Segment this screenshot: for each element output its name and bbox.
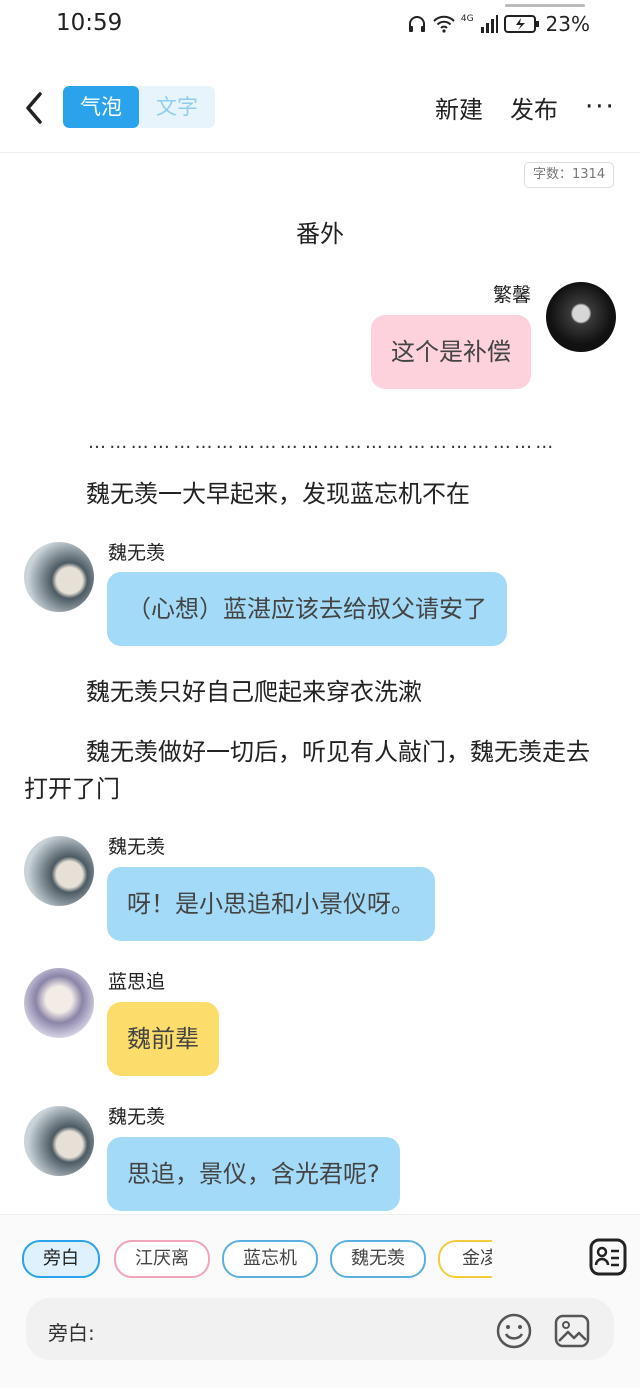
status-indicator-line [505, 4, 585, 7]
back-icon[interactable] [20, 88, 50, 128]
battery-percent: 23% [545, 12, 590, 36]
narration-text[interactable]: 魏无羡做好一切后，听见有人敲门，魏无羡走去打开了门 [24, 734, 594, 808]
avatar[interactable] [24, 836, 94, 906]
narration-text[interactable]: 魏无羡只好自己爬起来穿衣洗漱 [86, 674, 422, 711]
word-count-badge: 字数：1314 [524, 162, 615, 188]
battery-icon [503, 15, 539, 33]
chat-bubble[interactable]: （心想）蓝湛应该去给叔父请安了 [107, 572, 507, 646]
emoji-icon[interactable] [495, 1312, 533, 1350]
role-chip[interactable]: 蓝忘机 [222, 1240, 318, 1278]
separator-dots: ………………………………………………………… [88, 432, 557, 448]
avatar[interactable] [24, 968, 94, 1038]
speaker-name: 蓝思追 [108, 971, 166, 993]
input-role-label: 旁白: [48, 1321, 95, 1345]
speaker-name: 繁馨 [492, 284, 531, 306]
mode-text-tab[interactable]: 文字 [139, 86, 215, 128]
image-icon[interactable] [553, 1312, 591, 1350]
speaker-name: 魏无羡 [108, 542, 166, 564]
story-title: 番外 [296, 220, 344, 248]
headphones-icon [408, 16, 425, 32]
narration-text[interactable]: 魏无羡一大早起来，发现蓝忘机不在 [86, 476, 470, 513]
wifi-icon [433, 15, 455, 33]
speaker-name: 魏无羡 [108, 836, 166, 858]
avatar[interactable] [546, 282, 616, 352]
role-chip[interactable]: 江厌离 [114, 1240, 210, 1278]
status-icons: 4G 23% [407, 12, 590, 36]
publish-button[interactable]: 发布 [510, 90, 558, 125]
role-chip-clip: 金凌 [438, 1240, 492, 1278]
new-button[interactable]: 新建 [435, 90, 483, 125]
mode-switch: 气泡 文字 [63, 86, 215, 128]
speaker-name: 魏无羡 [108, 1106, 166, 1128]
network-type: 4G [460, 14, 474, 24]
role-chip[interactable]: 魏无羡 [330, 1240, 426, 1278]
role-list-icon[interactable] [588, 1237, 628, 1277]
signal-icon [480, 15, 498, 33]
role-chip-narrator[interactable]: 旁白 [22, 1240, 100, 1278]
status-time: 10:59 [56, 10, 123, 36]
chat-bubble[interactable]: 魏前辈 [107, 1002, 219, 1076]
chat-bubble[interactable]: 呀！是小思追和小景仪呀。 [107, 867, 435, 941]
chat-bubble[interactable]: 思追，景仪，含光君呢? [107, 1137, 400, 1211]
more-menu-button[interactable]: ··· [585, 92, 616, 122]
role-chip[interactable]: 金凌 [438, 1240, 492, 1278]
mode-bubble-tab[interactable]: 气泡 [63, 86, 139, 128]
avatar[interactable] [24, 542, 94, 612]
chat-bubble[interactable]: 这个是补偿 [371, 315, 531, 389]
header-divider [0, 152, 640, 153]
avatar[interactable] [24, 1106, 94, 1176]
